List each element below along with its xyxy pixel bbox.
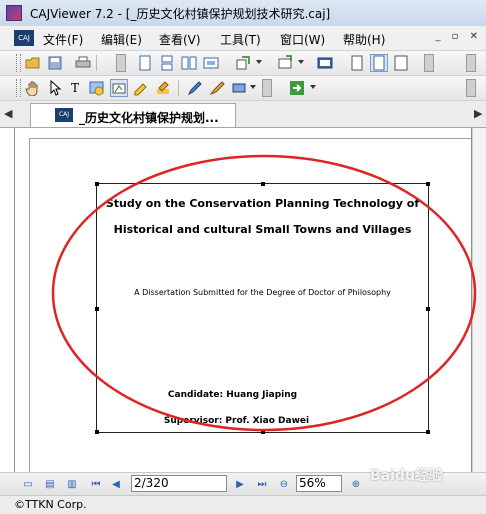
main-toolbar [0, 51, 486, 76]
toolbar-overflow-2[interactable] [424, 54, 434, 72]
view-mode-3-icon[interactable]: ▥ [64, 476, 80, 492]
app-icon [6, 5, 22, 21]
fullscreen-icon[interactable] [276, 54, 294, 72]
text-select-icon[interactable]: T [66, 79, 84, 97]
status-text: ©TTKN Corp. [14, 498, 87, 511]
save-icon[interactable] [46, 54, 64, 72]
toolbar-overflow[interactable] [116, 54, 126, 72]
document-tab-bar: ◀ ▶ CAJ _历史文化村镇保护规划... [0, 101, 486, 128]
pencil-icon[interactable] [186, 79, 204, 97]
previous-page-icon[interactable]: ◀ [108, 476, 124, 492]
toolbar-overflow-5[interactable] [466, 79, 476, 97]
first-page-icon[interactable]: ⏮ [88, 476, 104, 492]
document-supervisor: Supervisor: Prof. Xiao Dawei [163, 416, 310, 426]
vertical-scrollbar[interactable] [472, 128, 486, 472]
document-viewer[interactable]: Study on the Conservation Planning Techn… [0, 128, 486, 473]
page-width-icon[interactable] [392, 54, 410, 72]
open-folder-icon[interactable] [24, 54, 42, 72]
image-select-icon[interactable] [88, 79, 106, 97]
zoom-out-icon[interactable]: ⊖ [276, 476, 292, 492]
toolbar-overflow-4[interactable] [262, 79, 272, 97]
window-title: CAJViewer 7.2 - [_历史文化村镇保护规划技术研究.caj] [30, 7, 331, 21]
document-title-line-1: Study on the Conservation Planning Techn… [105, 197, 420, 210]
document-subtitle: A Dissertation Submitted for the Degree … [134, 288, 391, 297]
zoom-in-icon[interactable]: ⊕ [348, 476, 364, 492]
menu-window[interactable]: 窗口(W) [280, 31, 325, 48]
menu-help[interactable]: 帮助(H) [343, 31, 385, 48]
tab-scroll-left-icon[interactable]: ◀ [4, 107, 12, 120]
go-arrow-icon[interactable] [288, 79, 306, 97]
snapshot-icon[interactable] [110, 79, 128, 97]
page-view-icon[interactable] [316, 54, 334, 72]
zoom-fit-icon[interactable] [202, 54, 220, 72]
document-candidate: Candidate: Huang Jiaping [167, 390, 298, 400]
page-layout-active-icon[interactable] [370, 54, 388, 72]
menu-bar: CAJ 文件(F) 编辑(E) 查看(V) 工具(T) 窗口(W) 帮助(H) … [0, 26, 486, 51]
page-layout-icon[interactable] [348, 54, 366, 72]
annotate-icon[interactable] [132, 79, 150, 97]
document-title-line-2: Historical and cultural Small Towns and … [113, 223, 412, 236]
watermark: Baidu经验 [370, 468, 443, 484]
title-bar: CAJViewer 7.2 - [_历史文化村镇保护规划技术研究.caj] [0, 0, 486, 27]
print-icon[interactable] [74, 54, 92, 72]
last-page-icon[interactable]: ⏭ [254, 476, 270, 492]
window-controls[interactable]: _ ▫ ✕ [435, 31, 482, 42]
highlight-icon[interactable] [154, 79, 172, 97]
next-page-icon[interactable]: ▶ [232, 476, 248, 492]
page-number-input[interactable]: 2/320 [131, 475, 227, 492]
menu-file[interactable]: 文件(F) [43, 31, 83, 48]
document-menu-icon[interactable]: CAJ [14, 30, 34, 46]
select-arrow-icon[interactable] [46, 79, 64, 97]
zoom-level-input[interactable]: 56% [296, 475, 342, 492]
rotate-icon[interactable] [234, 54, 252, 72]
tools-toolbar: T [0, 76, 486, 101]
caj-document-icon: CAJ [55, 108, 73, 122]
menu-edit[interactable]: 编辑(E) [101, 31, 142, 48]
toolbar-grip[interactable] [16, 54, 21, 72]
menu-view[interactable]: 查看(V) [159, 31, 201, 48]
rectangle-icon[interactable] [230, 79, 248, 97]
tab-label: _历史文化村镇保护规划... [79, 111, 219, 125]
view-mode-2-icon[interactable]: ▤ [42, 476, 58, 492]
text-selection-box[interactable]: Study on the Conservation Planning Techn… [95, 182, 430, 434]
eraser-icon[interactable] [208, 79, 226, 97]
menu-tools[interactable]: 工具(T) [220, 31, 261, 48]
tab-document[interactable]: CAJ _历史文化村镇保护规划... [30, 103, 236, 127]
single-page-icon[interactable] [136, 54, 154, 72]
facing-page-icon[interactable] [180, 54, 198, 72]
continuous-page-icon[interactable] [158, 54, 176, 72]
status-bar: ©TTKN Corp. [0, 495, 486, 514]
view-mode-1-icon[interactable]: ▭ [20, 476, 36, 492]
hand-tool-icon[interactable] [24, 79, 42, 97]
toolbar-grip[interactable] [16, 79, 21, 97]
tab-scroll-right-icon[interactable]: ▶ [474, 107, 482, 120]
toolbar-overflow-3[interactable] [466, 54, 476, 72]
